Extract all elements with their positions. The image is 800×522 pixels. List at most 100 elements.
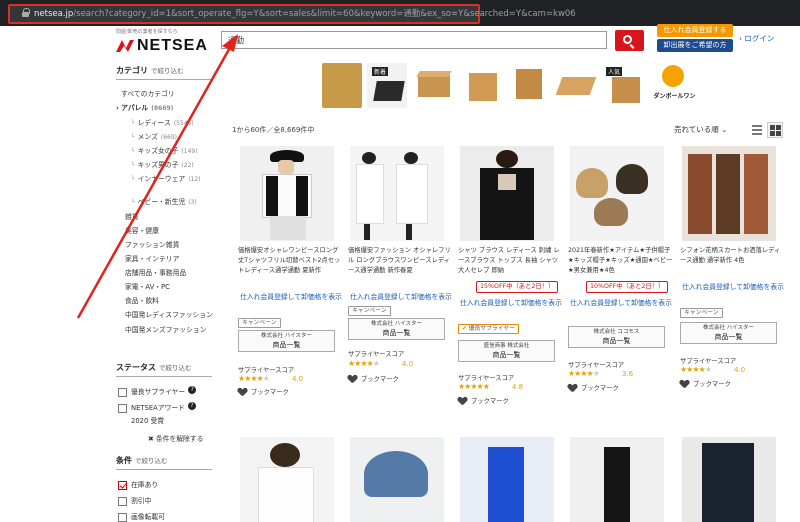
product-image[interactable]: [570, 437, 664, 522]
sidebar-item-mens[interactable]: メンズ(669): [131, 131, 177, 141]
filter-excellent-supplier[interactable]: 優良サプライヤー?: [118, 386, 197, 397]
filter-in-stock[interactable]: 在庫あり: [118, 479, 158, 490]
member-register-button[interactable]: 仕入れ会員登録する: [657, 24, 733, 37]
banner-new-label: 新着: [372, 67, 389, 76]
seller-list-button[interactable]: 株式会社 ハイスター 商品一覧: [348, 318, 445, 340]
promo-banner[interactable]: 新着 人気 ダンボールワン: [322, 63, 699, 108]
product-card[interactable]: シャツ ブラウス レディース 刺繍 レースブラウス トップス 長袖 シャツ 大人…: [458, 146, 564, 406]
sidebar-item-ladies[interactable]: レディース(5545): [131, 117, 194, 127]
browser-toolbar: netsea.jp/search?category_id=1&sort_oper…: [0, 0, 800, 26]
url-text[interactable]: netsea.jp/search?category_id=1&sort_oper…: [34, 7, 576, 19]
product-image[interactable]: [240, 146, 334, 241]
product-image[interactable]: [350, 437, 444, 522]
close-icon: ✖: [148, 435, 156, 443]
checkbox[interactable]: [118, 496, 127, 506]
supplier-score-label: サプライヤースコア: [458, 375, 515, 382]
product-image[interactable]: [460, 146, 554, 241]
login-price-link[interactable]: 仕入れ会員登録して卸価格を表示: [458, 298, 564, 309]
sort-select[interactable]: 売れている順 ⌄: [674, 124, 727, 135]
checkbox[interactable]: [118, 403, 127, 413]
seller-list-button[interactable]: 株式会社 ハイスター 商品一覧: [680, 322, 777, 344]
sidebar-item-kids-girls[interactable]: キッズ女の子(149): [131, 145, 198, 155]
product-card[interactable]: シフォン花柄スカートお洒落レディース通勤 通学新作 4色 仕入れ会員登録して卸価…: [680, 146, 786, 406]
product-card[interactable]: 2021年春新作★アイテム★子供帽子★キッズ帽子★キッズ★通園★ベビー★男女兼用…: [568, 146, 674, 406]
bookmark-button[interactable]: ブックマーク: [238, 387, 289, 396]
filter-image-reuse[interactable]: 画像転載可: [118, 511, 165, 522]
banner-cardboard-image: [412, 63, 456, 108]
discount-badge: 10%OFF中（あと2日！）: [586, 281, 669, 293]
search-input[interactable]: [221, 31, 607, 49]
seller-list-button[interactable]: 株式会社 ハイスター 商品一覧: [238, 330, 335, 352]
grid-view-icon[interactable]: [767, 122, 783, 138]
netsea-logo-icon[interactable]: [114, 38, 136, 54]
sidebar-item-electronics[interactable]: 家電・AV・PC: [125, 281, 170, 291]
sidebar-item-all[interactable]: すべてのカテゴリ: [121, 88, 175, 98]
product-image[interactable]: [240, 437, 334, 522]
product-card[interactable]: 価格爆安ファッション オシャレフリル ロングブラウスワンピースレディース通学通勤…: [348, 146, 454, 406]
banner-envelope-image: [322, 63, 362, 108]
search-button[interactable]: [615, 30, 644, 51]
star-rating-icon: ★★★★★: [680, 365, 712, 374]
login-price-link[interactable]: 仕入れ会員登録して卸価格を表示: [568, 298, 674, 309]
sidebar-item-kids-boys[interactable]: キッズ男の子(22): [131, 159, 194, 169]
help-icon[interactable]: ?: [187, 402, 196, 410]
product-name[interactable]: シフォン花柄スカートお洒落レディース通勤 通学新作 4色: [680, 246, 786, 278]
supplier-score: 4.8: [512, 383, 524, 391]
supplier-score: 3.6: [622, 370, 634, 378]
help-icon[interactable]: ?: [188, 386, 197, 394]
bookmark-button[interactable]: ブックマーク: [680, 379, 731, 388]
checkbox[interactable]: [118, 512, 127, 522]
product-name[interactable]: シャツ ブラウス レディース 刺繍 レースブラウス トップス 長袖 シャツ 大人…: [458, 246, 564, 278]
sidebar-item-beauty[interactable]: 美容・健康: [125, 225, 159, 235]
banner-open-box-image: [555, 63, 597, 108]
seller-list-button[interactable]: 株式会社 ココモス 商品一覧: [568, 326, 665, 348]
supplier-score: 4.0: [734, 366, 746, 374]
filter-award[interactable]: NETSEAアワード?: [118, 402, 196, 413]
bookmark-button[interactable]: ブックマーク: [458, 396, 509, 405]
bookmark-button[interactable]: ブックマーク: [568, 383, 619, 392]
product-name[interactable]: 2021年春新作★アイテム★子供帽子★キッズ帽子★キッズ★通園★ベビー★男女兼用…: [568, 246, 674, 278]
bookmark-button[interactable]: ブックマーク: [348, 374, 399, 383]
wholesale-exhibit-button[interactable]: 卸出展をご希望の方: [657, 39, 733, 52]
product-image[interactable]: [682, 146, 776, 241]
sidebar-item-interior[interactable]: 家具・インテリア: [125, 253, 179, 263]
product-name[interactable]: 価格爆安ファッション オシャレフリル ロングブラウスワンピースレディース通学通勤…: [348, 246, 454, 278]
login-link[interactable]: › ログイン: [739, 33, 774, 44]
check-icon: ✔: [462, 326, 469, 332]
site-tagline: 問屋/卸売の業者を探すなら: [116, 29, 178, 35]
list-view-icon[interactable]: [751, 124, 763, 136]
login-price-link[interactable]: 仕入れ会員登録して卸価格を表示: [680, 282, 786, 293]
sidebar-item-zakka[interactable]: 雑貨: [125, 211, 139, 221]
seller-list-button[interactable]: 盛信商事 株式会社 商品一覧: [458, 340, 555, 362]
sidebar-item-fashion-goods[interactable]: ファッション雑貨: [125, 239, 179, 249]
product-card[interactable]: 価格爆安オシャレワンピースロング丈Tシャツフリル切替ベスト2点セットレディース通…: [238, 146, 344, 406]
sidebar-item-china-mens[interactable]: 中国発メンズファッション: [125, 324, 206, 334]
banner-box-image: [510, 63, 550, 108]
star-rating-icon: ★★★★★: [348, 359, 380, 368]
site-logo[interactable]: NETSEA: [137, 37, 208, 55]
heart-icon: [458, 397, 467, 405]
sidebar-item-china-ladies[interactable]: 中国発レディスファッション: [125, 309, 213, 319]
product-image[interactable]: [682, 437, 776, 522]
sidebar-item-baby[interactable]: ベビー・新生児(3): [131, 196, 197, 206]
supplier-score-label: サプライヤースコア: [680, 358, 737, 365]
product-image[interactable]: [570, 146, 664, 241]
checkbox-checked[interactable]: [118, 480, 127, 490]
login-price-link[interactable]: 仕入れ会員登録して卸価格を表示: [348, 292, 454, 303]
product-name[interactable]: 価格爆安オシャレワンピースロング丈Tシャツフリル切替ベスト2点セットレディース通…: [238, 246, 344, 278]
sidebar-item-apparel[interactable]: › アパレル (8669): [116, 102, 173, 112]
login-price-link[interactable]: 仕入れ会員登録して卸価格を表示: [238, 292, 344, 303]
sidebar-item-innerwear[interactable]: インナーウェア(12): [131, 173, 201, 183]
sidebar-item-food[interactable]: 食品・飲料: [125, 295, 159, 305]
sidebar-item-store-supplies[interactable]: 店舗用品・事務用品: [125, 267, 186, 277]
heart-icon: [348, 375, 357, 383]
product-image[interactable]: [460, 437, 554, 522]
filter-discount[interactable]: 割引中: [118, 495, 151, 506]
discount-badge: 15%OFF中（あと2日！）: [476, 281, 559, 293]
star-rating-icon: ★★★★★: [238, 374, 270, 383]
search-icon: [623, 35, 632, 44]
checkbox[interactable]: [118, 387, 127, 397]
product-image[interactable]: [350, 146, 444, 241]
banner-brand-label: ダンボールワン: [653, 93, 696, 100]
clear-filters-link[interactable]: ✖ 条件を解除する: [148, 433, 203, 443]
